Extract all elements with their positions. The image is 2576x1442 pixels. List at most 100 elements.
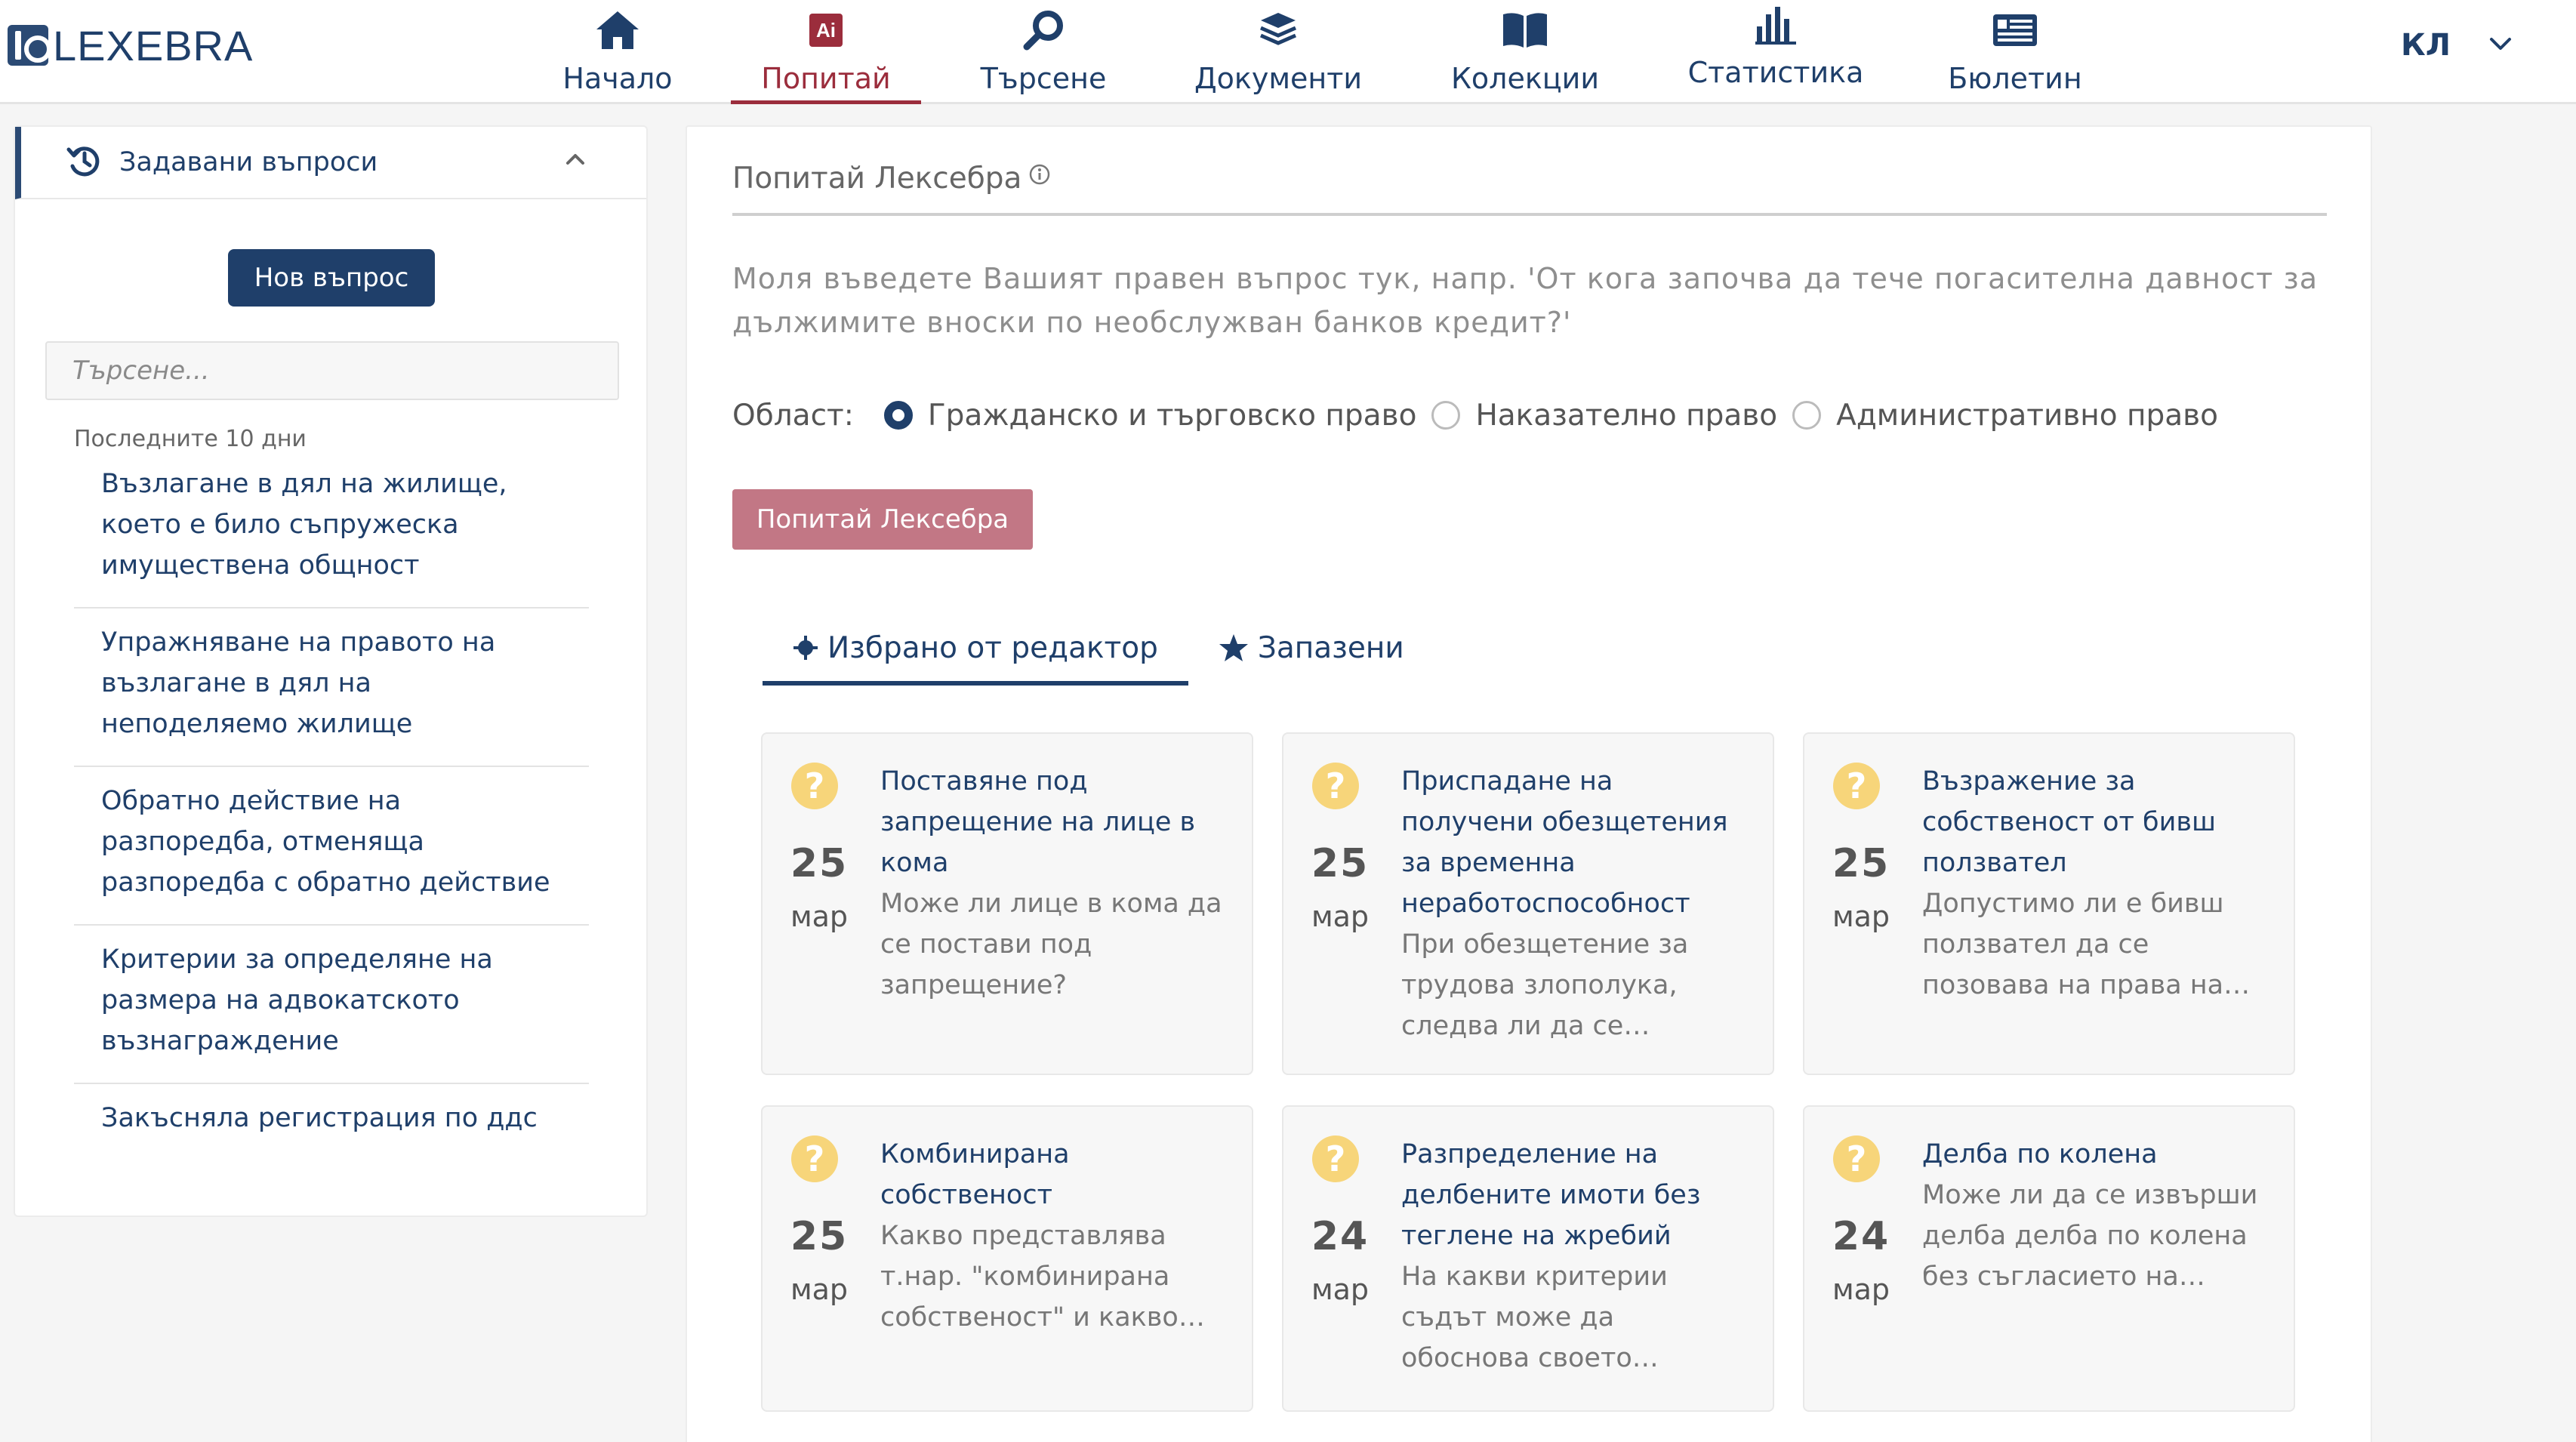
card-title: Възражение за собственост от бивш ползва… [1922,766,2216,878]
nav-home[interactable]: Начало [560,0,675,104]
ai-icon: Ai [809,6,843,54]
nav-search[interactable]: Търсене [974,0,1113,104]
card-title: Комбинирана собственост [880,1139,1070,1210]
card-day: 25 [790,1214,849,1259]
card-description: Може ли да се извърши делба делба по кол… [1922,1180,2258,1292]
card-body: Възражение за собственост от бивш ползва… [1922,761,2269,1006]
ask-button[interactable]: Попитай Лексебра [732,489,1033,550]
new-question-button[interactable]: Нов въпрос [228,249,435,307]
card-description: Какво представлява т.нар. "комбинирана с… [880,1221,1179,1333]
page-title: Попитай Лексебра [732,162,1022,196]
card-title: Поставяне под запрещение на лице в кома [880,766,1196,878]
ask-panel: Попитай Лексебра Област: Гражданско и тъ… [686,125,2372,1442]
question-card[interactable]: ? 25 мар Възражение за собственост от би… [1803,732,2295,1075]
nav-collections[interactable]: Колекции [1451,0,1599,104]
question-mark-icon: ? [1833,1135,1880,1182]
card-day: 25 [1311,841,1370,886]
sidebar-header[interactable]: Задавани въпроси [15,127,646,199]
question-card[interactable]: ? 25 мар Приспадане на получени обезщете… [1282,732,1774,1075]
tab-saved-label: Запазени [1257,630,1404,665]
question-card[interactable]: ? 24 мар Разпределение на делбените имот… [1282,1105,1774,1412]
sidebar-title: Задавани въпроси [119,147,378,177]
chevron-up-icon[interactable] [565,153,586,169]
question-mark-icon: ? [1312,1135,1359,1182]
section-label: Последните 10 дни [74,426,307,452]
nav-bulletin-label: Бюлетин [1948,62,2082,95]
question-mark-icon: ? [1833,763,1880,809]
card-description: Може ли лице в кома да се постави под за… [880,889,1222,1000]
ask-panel-header: Попитай Лексебра [732,157,2327,216]
logo[interactable]: LEXEBRA [8,21,254,69]
card-title: Приспадане на получени обезщетения за вр… [1401,766,1728,919]
history-item[interactable]: Обратно действие на разпоредба, отменяща… [74,767,589,926]
history-icon [66,143,101,181]
layers-icon [1259,6,1297,54]
card-day: 25 [790,841,849,886]
radio-civil-law[interactable] [883,401,913,430]
nav-statistics-label: Статистика [1687,56,1864,89]
radio-administrative-law-label[interactable]: Административно право [1836,399,2218,433]
crosshair-icon [793,635,818,661]
radio-civil-law-label[interactable]: Гражданско и търговско право [928,399,1417,433]
book-icon [1502,6,1548,54]
card-body: Приспадане на получени обезщетения за вр… [1401,761,1749,1046]
question-mark-icon: ? [791,1135,838,1182]
nav-home-label: Начало [562,62,673,95]
tab-saved[interactable]: Запазени [1188,610,1434,686]
card-description: Допустимо ли е бивш ползвател да се позо… [1922,889,2251,1000]
bar-chart-icon [1755,0,1796,48]
newspaper-icon [1992,6,2038,54]
radio-criminal-law[interactable] [1431,401,1461,430]
nav-ask[interactable]: Ai Попитай [731,0,921,104]
card-month: мар [1832,1273,1890,1306]
nav-search-label: Търсене [980,62,1107,95]
sidebar-search-input[interactable] [45,341,619,400]
nav-bulletin[interactable]: Бюлетин [1948,0,2082,104]
tab-editors-choice[interactable]: Избрано от редактор [763,610,1188,686]
card-day: 24 [1832,1214,1890,1259]
tab-editors-choice-label: Избрано от редактор [827,630,1158,665]
question-history-list: Възлагане в дял на жилище, което е било … [74,464,589,1160]
history-item[interactable]: Закъсняла регистрация по ддс [74,1084,589,1160]
ai-badge: Ai [809,14,843,47]
card-month: мар [1311,900,1370,933]
history-item[interactable]: Възлагане в дял на жилище, което е било … [74,464,589,609]
history-item[interactable]: Критерии за определяне на размера на адв… [74,926,589,1084]
question-mark-icon: ? [791,763,838,809]
user-initials: КЛ [2401,28,2451,63]
logo-mark-icon [8,25,51,66]
card-description: При обезщетение за трудова злополука, сл… [1401,929,1689,1041]
area-label: Област: [732,398,854,433]
nav-statistics[interactable]: Статистика [1687,0,1865,104]
question-mark-icon: ? [1312,763,1359,809]
question-card[interactable]: ? 25 мар Комбинирана собственост Какво п… [761,1105,1253,1412]
card-month: мар [790,900,849,933]
search-icon [1022,6,1065,54]
chevron-down-icon [2488,36,2513,54]
history-sidebar: Задавани въпроси Нов въпрос Последните 1… [14,125,648,1217]
card-title: Делба по колена [1922,1139,2158,1169]
card-description: На какви критерии съдът може да обоснова… [1401,1262,1668,1373]
question-card[interactable]: ? 25 мар Поставяне под запрещение на лиц… [761,732,1253,1075]
logo-text: LEXEBRA [53,21,254,69]
home-icon [595,6,640,54]
card-day: 25 [1832,841,1890,886]
radio-criminal-law-label[interactable]: Наказателно право [1475,399,1777,433]
card-month: мар [1832,900,1890,933]
question-card[interactable]: ? 24 мар Делба по колена Може ли да се и… [1803,1105,2295,1412]
nav-ask-label: Попитай [761,62,891,95]
area-selector: Област: Гражданско и търговско право Нак… [732,385,2233,445]
card-body: Поставяне под запрещение на лице в кома … [880,761,1228,1006]
card-title: Разпределение на делбените имоти без тег… [1401,1139,1701,1251]
question-input[interactable] [732,257,2318,355]
nav-documents-label: Документи [1194,62,1363,95]
top-navbar: LEXEBRA Начало Ai Попитай Търсене Докуме… [0,0,2576,104]
info-icon[interactable] [1029,159,1050,193]
nav-documents[interactable]: Документи [1193,0,1363,104]
nav-collections-label: Колекции [1450,62,1600,95]
card-month: мар [790,1273,849,1306]
user-menu[interactable]: КЛ [2401,23,2513,68]
history-item[interactable]: Упражняване на правото на възлагане в дя… [74,609,589,767]
card-body: Комбинирана собственост Какво представля… [880,1134,1228,1338]
radio-administrative-law[interactable] [1792,401,1822,430]
